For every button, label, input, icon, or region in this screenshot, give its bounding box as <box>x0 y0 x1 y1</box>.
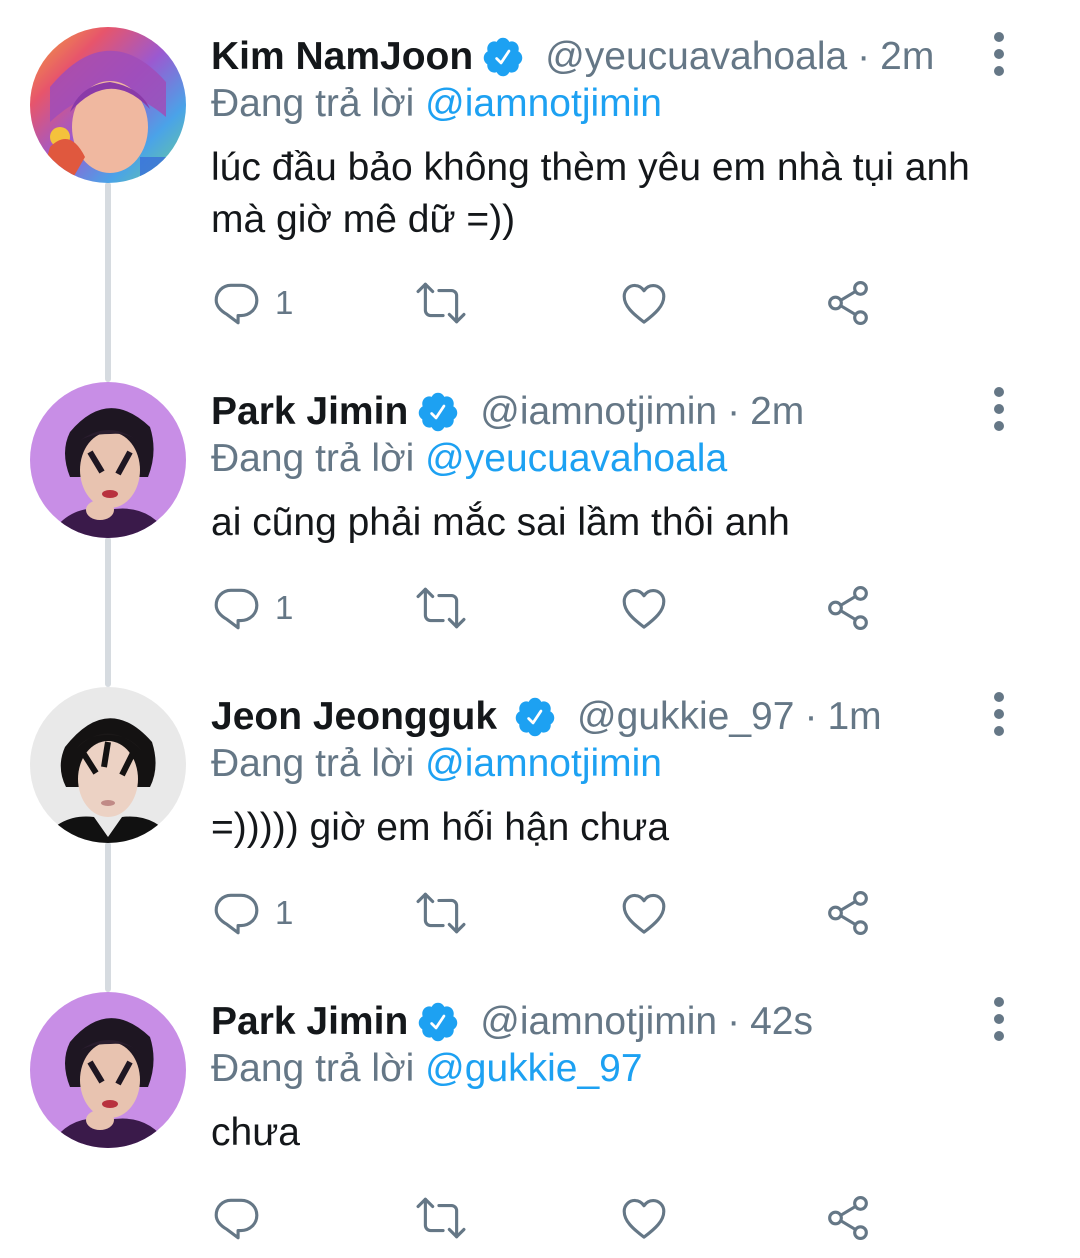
tweet-actions: 1 <box>211 583 891 633</box>
verified-badge-icon <box>416 390 460 434</box>
reply-button[interactable]: 1 <box>211 583 293 633</box>
replying-to-mention[interactable]: @iamnotjimin <box>425 82 662 125</box>
tweet-actions <box>211 1193 891 1243</box>
user-handle[interactable]: @yeucuavahoala <box>545 35 847 79</box>
share-icon <box>823 583 873 633</box>
more-vertical-icon[interactable] <box>984 32 1014 76</box>
separator-dot: · <box>727 1000 741 1043</box>
replying-to-label: Đang trả lời <box>211 437 415 480</box>
tweet-header: Park Jimin @iamnotjimin · 2m <box>211 385 804 439</box>
replying-to-label: Đang trả lời <box>211 82 415 125</box>
avatar[interactable] <box>30 382 186 538</box>
reply-icon <box>211 1193 261 1243</box>
share-button[interactable] <box>823 1193 873 1243</box>
retweet-icon <box>413 278 469 328</box>
display-name[interactable]: Kim NamJoon <box>211 35 473 79</box>
tweet-text: lúc đầu bảo không thèm yêu em nhà tụi an… <box>211 146 970 241</box>
tweet-header: Jeon Jeongguk @gukkie_97 · 1m <box>211 690 882 744</box>
tweet-text: ai cũng phải mắc sai lầm thôi anh <box>211 501 790 544</box>
timestamp[interactable]: 2m <box>880 35 934 79</box>
heart-icon <box>619 888 669 938</box>
tweet-text: =))))) giờ em hối hận chưa <box>211 806 670 849</box>
retweet-button[interactable] <box>413 888 469 938</box>
like-button[interactable] <box>619 278 669 328</box>
verified-badge-icon <box>416 1000 460 1044</box>
reply-thread: Kim NamJoon @yeucuavahoala · 2m Đang trả… <box>0 0 1080 1258</box>
avatar[interactable] <box>30 687 186 843</box>
reply-button[interactable]: 1 <box>211 888 293 938</box>
reply-count: 1 <box>275 894 294 931</box>
retweet-icon <box>413 583 469 633</box>
retweet-button[interactable] <box>413 1193 469 1243</box>
heart-icon <box>619 1193 669 1243</box>
heart-icon <box>619 278 669 328</box>
replying-to-line: Đang trả lời @gukkie_97 <box>211 1047 643 1091</box>
share-button[interactable] <box>823 278 873 328</box>
replying-to-label: Đang trả lời <box>211 742 415 785</box>
reply-icon <box>211 583 261 633</box>
retweet-icon <box>413 1193 469 1243</box>
like-button[interactable] <box>619 583 669 633</box>
reply-count: 1 <box>275 589 294 626</box>
like-button[interactable] <box>619 888 669 938</box>
user-handle[interactable]: @iamnotjimin <box>480 390 717 434</box>
reply-count: 1 <box>275 284 294 321</box>
timestamp[interactable]: 1m <box>827 695 881 739</box>
tweet-text: chưa <box>211 1111 300 1154</box>
separator-dot: · <box>727 390 741 433</box>
tweet-header: Park Jimin @iamnotjimin · 42s <box>211 995 813 1049</box>
user-handle[interactable]: @gukkie_97 <box>577 695 794 739</box>
separator-dot: · <box>804 695 818 738</box>
more-vertical-icon[interactable] <box>984 692 1014 736</box>
display-name[interactable]: Park Jimin <box>211 1000 408 1044</box>
timestamp[interactable]: 42s <box>750 1000 813 1044</box>
reply-icon <box>211 888 261 938</box>
thread-connector-line <box>105 537 111 687</box>
share-button[interactable] <box>823 888 873 938</box>
timestamp[interactable]: 2m <box>750 390 804 434</box>
share-icon <box>823 888 873 938</box>
more-vertical-icon[interactable] <box>984 997 1014 1041</box>
tweet-actions: 1 <box>211 278 891 328</box>
replying-to-line: Đang trả lời @yeucuavahoala <box>211 437 727 481</box>
verified-badge-icon <box>513 695 557 739</box>
share-icon <box>823 278 873 328</box>
more-vertical-icon[interactable] <box>984 387 1014 431</box>
tweet-header: Kim NamJoon @yeucuavahoala · 2m <box>211 30 934 84</box>
reply-icon <box>211 278 261 328</box>
separator-dot: · <box>857 35 871 78</box>
share-button[interactable] <box>823 583 873 633</box>
retweet-icon <box>413 888 469 938</box>
replying-to-mention[interactable]: @iamnotjimin <box>425 742 662 785</box>
share-icon <box>823 1193 873 1243</box>
replying-to-mention[interactable]: @yeucuavahoala <box>425 437 727 480</box>
avatar[interactable] <box>30 27 186 183</box>
thread-connector-line <box>105 842 111 992</box>
display-name[interactable]: Park Jimin <box>211 390 408 434</box>
replying-to-mention[interactable]: @gukkie_97 <box>425 1047 642 1090</box>
avatar[interactable] <box>30 992 186 1148</box>
reply-button[interactable] <box>211 1193 275 1243</box>
verified-badge-icon <box>481 35 525 79</box>
user-handle[interactable]: @iamnotjimin <box>480 1000 717 1044</box>
tweet-actions: 1 <box>211 888 891 938</box>
replying-to-label: Đang trả lời <box>211 1047 415 1090</box>
like-button[interactable] <box>619 1193 669 1243</box>
retweet-button[interactable] <box>413 278 469 328</box>
display-name[interactable]: Jeon Jeongguk <box>211 695 497 739</box>
replying-to-line: Đang trả lời @iamnotjimin <box>211 742 662 786</box>
reply-button[interactable]: 1 <box>211 278 293 328</box>
thread-connector-line <box>105 182 111 382</box>
retweet-button[interactable] <box>413 583 469 633</box>
heart-icon <box>619 583 669 633</box>
replying-to-line: Đang trả lời @iamnotjimin <box>211 82 662 126</box>
